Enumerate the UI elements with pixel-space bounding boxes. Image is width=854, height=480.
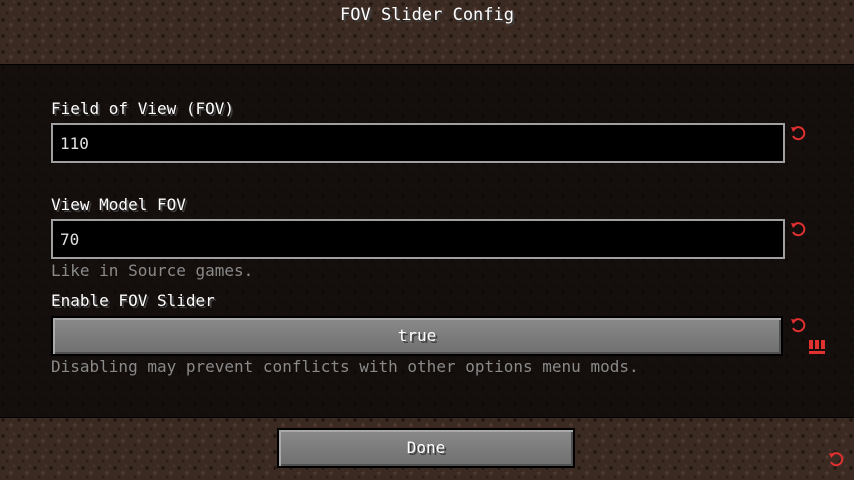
screen-title: FOV Slider Config bbox=[340, 5, 514, 25]
fov-input[interactable] bbox=[51, 123, 785, 163]
reset-all-icon[interactable] bbox=[828, 452, 844, 468]
enable-fov-slider-hint: Disabling may prevent conflicts with oth… bbox=[51, 357, 639, 376]
reset-arrow-icon[interactable] bbox=[790, 222, 806, 238]
view-model-fov-label: View Model FOV bbox=[51, 195, 186, 214]
warning-bars-icon bbox=[809, 339, 827, 354]
enable-fov-slider-label: Enable FOV Slider bbox=[51, 291, 215, 310]
reset-arrow-icon[interactable] bbox=[790, 318, 806, 334]
reset-arrow-icon[interactable] bbox=[790, 126, 806, 142]
view-model-fov-hint: Like in Source games. bbox=[51, 261, 254, 280]
fov-label: Field of View (FOV) bbox=[51, 99, 235, 118]
done-button[interactable]: Done bbox=[277, 428, 575, 468]
view-model-fov-input[interactable] bbox=[51, 219, 785, 259]
enable-fov-slider-toggle[interactable]: true bbox=[51, 316, 783, 356]
